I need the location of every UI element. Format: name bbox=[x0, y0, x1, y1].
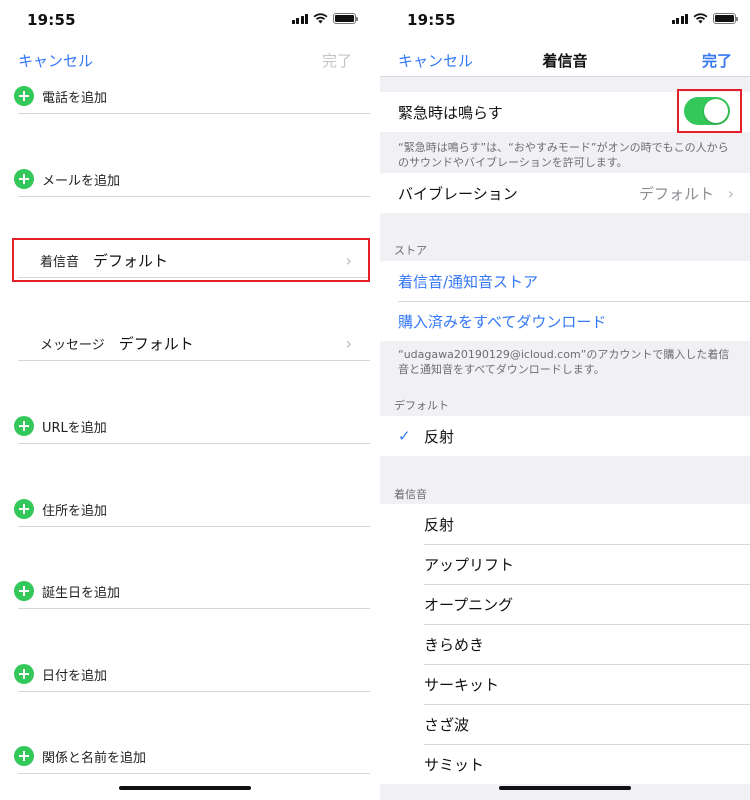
text-tone-value: デフォルト bbox=[118, 334, 194, 353]
nav-bar: キャンセル 完了 bbox=[0, 40, 370, 76]
vibration-section: バイブレーション デフォルト › bbox=[380, 173, 750, 213]
row-label: 住所を追加 bbox=[42, 503, 108, 519]
vibration-label: バイブレーション bbox=[398, 184, 518, 203]
row-label: 誕生日を追加 bbox=[42, 585, 121, 601]
ringtone-name: きらめき bbox=[424, 635, 485, 654]
home-indicator bbox=[499, 786, 631, 790]
add-phone-row[interactable]: 電話を追加 bbox=[14, 78, 370, 114]
plus-circle-icon bbox=[14, 169, 34, 189]
ringtone-row[interactable]: サーキット bbox=[380, 664, 750, 704]
cancel-button[interactable]: キャンセル bbox=[18, 50, 93, 71]
row-label: 日付を追加 bbox=[42, 668, 108, 684]
plus-circle-icon bbox=[14, 664, 34, 684]
row-label: 関係と名前を追加 bbox=[42, 750, 147, 766]
checkmark-icon: ✓ bbox=[398, 427, 411, 445]
status-icons bbox=[671, 13, 738, 24]
ringtone-name: 反射 bbox=[424, 427, 455, 446]
status-time: 19:55 bbox=[27, 11, 76, 29]
battery-icon bbox=[713, 13, 738, 24]
ringtone-row[interactable]: さざ波 bbox=[380, 704, 750, 744]
add-related-name-row[interactable]: 関係と名前を追加 bbox=[14, 738, 370, 774]
cancel-button[interactable]: キャンセル bbox=[398, 50, 473, 71]
row-label: メッセージ bbox=[40, 337, 105, 353]
emergency-bypass-label: 緊急時は鳴らす bbox=[398, 103, 503, 122]
store-section-header: ストア bbox=[394, 244, 427, 257]
text-tone-row[interactable]: メッセージ デフォルト › bbox=[18, 325, 370, 361]
ringtone-name: さざ波 bbox=[424, 715, 470, 734]
default-ringtone-row[interactable]: ✓ 反射 bbox=[380, 416, 750, 456]
signal-icon bbox=[291, 13, 308, 24]
status-bar: 19:55 bbox=[0, 0, 370, 40]
default-section-header: デフォルト bbox=[394, 399, 449, 412]
nav-bar: キャンセル 着信音 完了 bbox=[380, 40, 750, 76]
add-email-row[interactable]: メールを追加 bbox=[14, 161, 370, 197]
wifi-icon bbox=[693, 13, 708, 24]
status-time: 19:55 bbox=[407, 11, 456, 29]
wifi-icon bbox=[313, 13, 328, 24]
store-item-label: 購入済みをすべてダウンロード bbox=[398, 312, 607, 331]
ringtone-panel: 19:55 キャンセル 着信音 完了 緊急時は鳴らす “緊急時は鳴らす”は、“お… bbox=[380, 0, 750, 800]
default-section: ✓ 反射 bbox=[380, 416, 750, 456]
download-all-link[interactable]: 購入済みをすべてダウンロード bbox=[380, 301, 750, 341]
highlight-box bbox=[12, 238, 370, 282]
ringtone-name: アップリフト bbox=[424, 555, 515, 574]
plus-circle-icon bbox=[14, 581, 34, 601]
row-label: メールを追加 bbox=[42, 173, 121, 189]
status-icons bbox=[291, 13, 358, 24]
ringtone-name: オープニング bbox=[424, 595, 514, 614]
row-label: 電話を追加 bbox=[42, 90, 108, 106]
plus-circle-icon bbox=[14, 86, 34, 106]
done-button[interactable]: 完了 bbox=[322, 50, 352, 71]
chevron-right-icon: › bbox=[727, 183, 734, 203]
ringtone-row[interactable]: オープニング bbox=[380, 584, 750, 624]
row-label: URLを追加 bbox=[42, 420, 107, 436]
add-date-row[interactable]: 日付を追加 bbox=[14, 656, 370, 692]
chevron-right-icon: › bbox=[345, 334, 352, 353]
ringtone-name: サーキット bbox=[424, 675, 500, 694]
ringtones-section-header: 着信音 bbox=[394, 488, 427, 501]
store-item-label: 着信音/通知音ストア bbox=[398, 272, 539, 291]
add-url-row[interactable]: URLを追加 bbox=[14, 408, 370, 444]
ringtone-row[interactable]: アップリフト bbox=[380, 544, 750, 584]
plus-circle-icon bbox=[14, 416, 34, 436]
ringtone-name: 反射 bbox=[424, 515, 455, 534]
add-birthday-row[interactable]: 誕生日を追加 bbox=[14, 573, 370, 609]
done-button[interactable]: 完了 bbox=[702, 50, 732, 71]
ringtones-section: 反射 アップリフト オープニング きらめき サーキット さざ波 サミット bbox=[380, 504, 750, 784]
vibration-value: デフォルト bbox=[638, 184, 714, 203]
ringtone-store-link[interactable]: 着信音/通知音ストア bbox=[380, 261, 750, 301]
emergency-bypass-note: “緊急時は鳴らす”は、“おやすみモード”がオンの時でもこの人からのサウンドやバイ… bbox=[398, 141, 729, 170]
battery-icon bbox=[333, 13, 358, 24]
highlight-box bbox=[677, 89, 742, 133]
ringtone-name: サミット bbox=[424, 755, 485, 774]
home-indicator bbox=[119, 786, 251, 790]
status-bar: 19:55 bbox=[380, 0, 750, 40]
signal-icon bbox=[671, 13, 688, 24]
ringtone-row[interactable]: 反射 bbox=[380, 504, 750, 544]
plus-circle-icon bbox=[14, 499, 34, 519]
store-note: “udagawa20190129@icloud.com”のアカウントで購入した着… bbox=[398, 348, 730, 377]
edit-contact-panel: 19:55 キャンセル 完了 電話を追加 メールを追加 着信音 デフォルト › … bbox=[0, 0, 370, 800]
vibration-row[interactable]: バイブレーション デフォルト › bbox=[380, 173, 750, 213]
store-section: 着信音/通知音ストア 購入済みをすべてダウンロード bbox=[380, 261, 750, 341]
add-address-row[interactable]: 住所を追加 bbox=[14, 491, 370, 527]
ringtone-row[interactable]: きらめき bbox=[380, 624, 750, 664]
ringtone-row[interactable]: サミット bbox=[380, 744, 750, 784]
plus-circle-icon bbox=[14, 746, 34, 766]
